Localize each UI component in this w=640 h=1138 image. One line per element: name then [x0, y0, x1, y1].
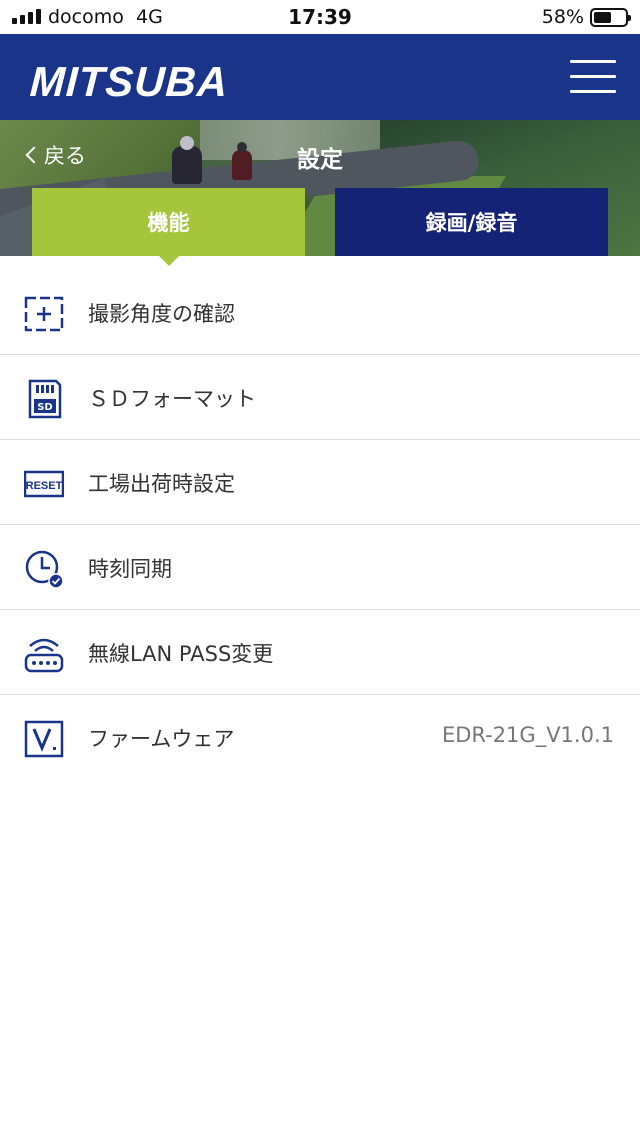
settings-item-camera-angle[interactable]: 撮影角度の確認 [0, 270, 640, 355]
reset-icon-text: RESET [26, 480, 63, 492]
page-title: 設定 [297, 147, 343, 173]
app-header: MITSUBA [0, 34, 640, 120]
sd-card-icon: SD [28, 379, 62, 419]
settings-item-label: ＳＤフォーマット [88, 387, 256, 411]
settings-item-sd-format[interactable]: SD ＳＤフォーマット [0, 355, 640, 440]
status-bar: docomo 4G 17:39 58% [0, 0, 640, 34]
settings-item-factory-reset[interactable]: RESET 工場出荷時設定 [0, 440, 640, 525]
battery-percent: 58% [541, 6, 584, 28]
wifi-router-icon [24, 638, 64, 673]
settings-item-label: 工場出荷時設定 [88, 472, 235, 496]
hamburger-menu-button[interactable] [570, 60, 616, 94]
firmware-version-icon [24, 720, 64, 758]
active-tab-indicator [159, 256, 179, 266]
settings-item-label: 時刻同期 [88, 557, 172, 581]
settings-item-label: 無線LAN PASS変更 [88, 642, 274, 666]
clock-sync-icon [25, 550, 64, 589]
reset-icon: RESET [24, 470, 64, 498]
settings-item-time-sync[interactable]: 時刻同期 [0, 525, 640, 610]
settings-item-wifi-password[interactable]: 無線LAN PASS変更 [0, 610, 640, 695]
camera-angle-icon [24, 296, 64, 332]
tab-function[interactable]: 機能 [32, 188, 305, 256]
firmware-version-value: EDR-21G_V1.0.1 [441, 723, 614, 747]
svg-text:SD: SD [37, 402, 53, 413]
brand-logo: MITSUBA [28, 58, 230, 105]
battery-fill [594, 12, 611, 23]
settings-item-label: 撮影角度の確認 [88, 302, 235, 326]
battery-icon [590, 8, 631, 27]
settings-item-label: ファームウェア [88, 727, 235, 751]
tab-recording-label: 録画/録音 [425, 211, 518, 235]
settings-item-firmware[interactable]: ファームウェア EDR-21G_V1.0.1 [0, 695, 640, 780]
settings-list: 撮影角度の確認 SD ＳＤフォーマット RESET 工場出荷時設定 時刻同期 無… [0, 270, 640, 780]
tab-recording[interactable]: 録画/録音 [335, 188, 608, 256]
tab-function-label: 機能 [147, 211, 190, 235]
